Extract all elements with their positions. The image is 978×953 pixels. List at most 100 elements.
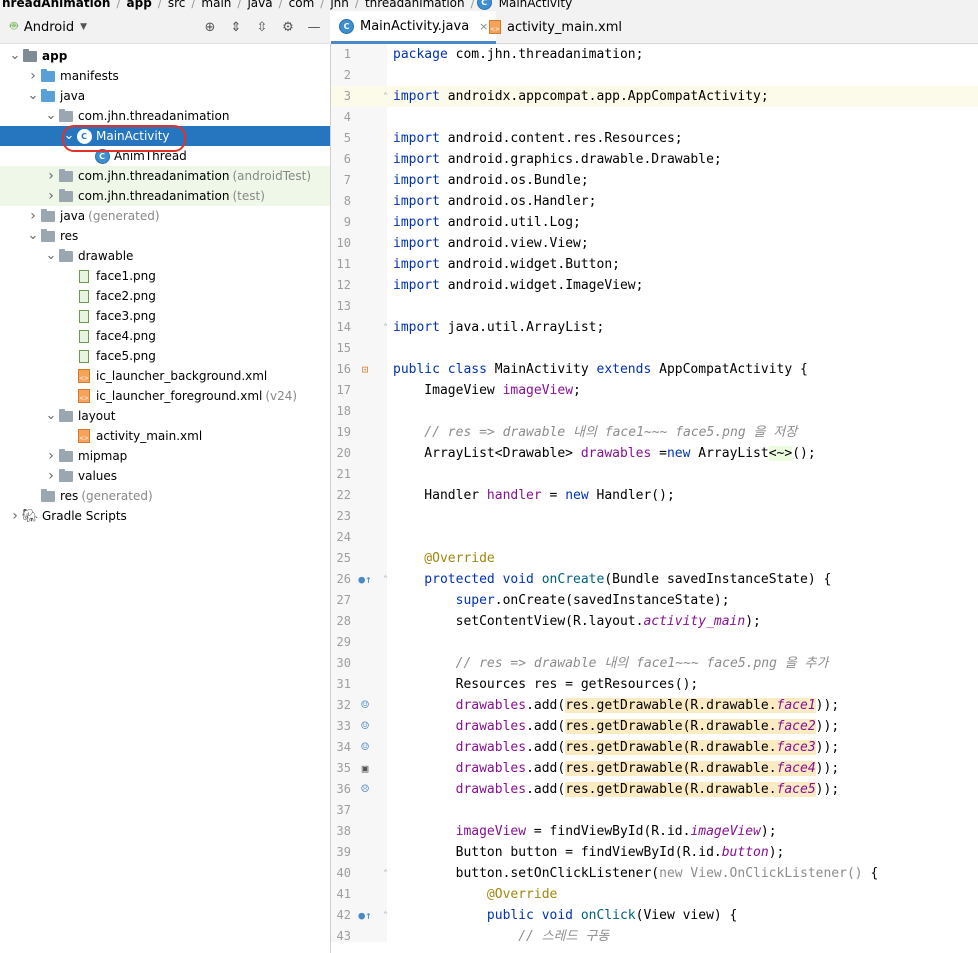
chevron-right-icon[interactable]: ›	[44, 168, 58, 184]
override-method-icon[interactable]: ●↑	[357, 571, 373, 587]
collapse-all-icon[interactable]: ⇳	[252, 17, 272, 37]
layout-link-icon[interactable]: ⊡	[357, 361, 373, 377]
breadcrumb-item[interactable]: hreadAnimation	[0, 0, 114, 10]
code-line[interactable]: 38 imageView = findViewById(R.id.imageVi…	[331, 821, 978, 842]
breadcrumb-item[interactable]: main	[197, 0, 235, 10]
code-line[interactable]: 36 ☹ drawables.add(res.getDrawable(R.draw…	[331, 779, 978, 800]
tree-item[interactable]: ⌄ res	[0, 226, 330, 246]
code-line[interactable]: 9 import android.util.Log;	[331, 212, 978, 233]
tree-item[interactable]: ⌄ layout	[0, 406, 330, 426]
chevron-right-icon[interactable]: ›	[8, 508, 22, 524]
tree-item[interactable]: res (generated)	[0, 486, 330, 506]
tree-item[interactable]: ⌄ com.jhn.threadanimation	[0, 106, 330, 126]
breadcrumb-item[interactable]: jhn	[326, 0, 353, 10]
image-preview-icon[interactable]: ▣	[357, 760, 373, 776]
chevron-down-icon[interactable]: ⌄	[44, 409, 58, 422]
tab-main-activity[interactable]: C MainActivity.java ×	[331, 11, 497, 44]
code-line[interactable]: 1 package com.jhn.threadanimation;	[331, 44, 978, 65]
code-line[interactable]: 42 ●↑ ⌃ public void onClick(View view) {	[331, 905, 978, 926]
code-line[interactable]: 43 // 스레드 구동	[331, 926, 978, 947]
tree-item[interactable]: › java (generated)	[0, 206, 330, 226]
drawable-preview-icon[interactable]: ☺	[357, 697, 373, 713]
code-line[interactable]: 31 Resources res = getResources();	[331, 674, 978, 695]
drawable-preview-icon[interactable]: ☺	[357, 718, 373, 734]
minimize-icon[interactable]: —	[304, 17, 324, 37]
code-line[interactable]: 20 ArrayList<Drawable> drawables =new Ar…	[331, 443, 978, 464]
chevron-down-icon[interactable]: ⌄	[62, 129, 76, 142]
code-line[interactable]: 4	[331, 107, 978, 128]
chevron-down-icon[interactable]: ⌄	[44, 249, 58, 262]
code-line[interactable]: 2	[331, 65, 978, 86]
code-line[interactable]: 13	[331, 296, 978, 317]
code-line[interactable]: 5 import android.content.res.Resources;	[331, 128, 978, 149]
tree-item[interactable]: ⌄ C MainActivity	[0, 126, 330, 146]
code-line[interactable]: 29	[331, 632, 978, 653]
tree-item[interactable]: ⌄ drawable	[0, 246, 330, 266]
chevron-down-icon[interactable]: ⌄	[26, 229, 40, 242]
code-line[interactable]: 41 @Override	[331, 884, 978, 905]
tree-item[interactable]: ⌄ app	[0, 46, 330, 66]
code-line[interactable]: 25 @Override	[331, 548, 978, 569]
code-line[interactable]: 28 setContentView(R.layout.activity_main…	[331, 611, 978, 632]
code-line[interactable]: 19 // res => drawable 내의 face1~~~ face5.…	[331, 422, 978, 443]
code-line[interactable]: 32 ☺ drawables.add(res.getDrawable(R.draw…	[331, 695, 978, 716]
tree-item[interactable]: ⌄ java	[0, 86, 330, 106]
chevron-right-icon[interactable]: ›	[26, 68, 40, 84]
code-line[interactable]: 18	[331, 401, 978, 422]
gear-icon[interactable]: ⚙	[278, 17, 298, 37]
code-line[interactable]: 22 Handler handler = new Handler();	[331, 485, 978, 506]
breadcrumb-item[interactable]: MainActivity	[495, 0, 577, 10]
expand-all-icon[interactable]: ⇕	[226, 17, 246, 37]
tab-activity-main-xml[interactable]: <> activity_main.xml	[481, 11, 630, 43]
code-line[interactable]: 40 ⌃ button.setOnClickListener(new View.O…	[331, 863, 978, 884]
breadcrumb-item[interactable]: src	[164, 0, 190, 10]
code-line[interactable]: 26 ●↑ ⌃ protected void onCreate(Bundle sav…	[331, 569, 978, 590]
code-editor[interactable]: 1 package com.jhn.threadanimation; 2 3 ⌃ impo…	[331, 44, 978, 944]
code-line[interactable]: 15	[331, 338, 978, 359]
code-line[interactable]: 39 Button button = findViewById(R.id.but…	[331, 842, 978, 863]
code-line[interactable]: 6 import android.graphics.drawable.Drawab…	[331, 149, 978, 170]
code-line[interactable]: 34 ☺ drawables.add(res.getDrawable(R.draw…	[331, 737, 978, 758]
breadcrumb-item[interactable]: com	[285, 0, 319, 10]
code-line[interactable]: 3 ⌃ import androidx.appcompat.app.AppCompa…	[331, 86, 978, 107]
code-line[interactable]: 35 ▣ drawables.add(res.getDrawable(R.draw…	[331, 758, 978, 779]
code-line[interactable]: 37	[331, 800, 978, 821]
tree-item[interactable]: face2.png	[0, 286, 330, 306]
fold-icon[interactable]: ⌃	[381, 910, 390, 920]
tree-item[interactable]: › 🐘︎ Gradle Scripts	[0, 506, 330, 526]
code-line[interactable]: 33 ☺ drawables.add(res.getDrawable(R.draw…	[331, 716, 978, 737]
code-line[interactable]: 16 ⊡ public class MainActivity extends App…	[331, 359, 978, 380]
chevron-right-icon[interactable]: ›	[26, 208, 40, 224]
code-line[interactable]: 21	[331, 464, 978, 485]
code-line[interactable]: 23	[331, 506, 978, 527]
fold-icon[interactable]: ⌃	[381, 91, 390, 101]
tree-item[interactable]: › manifests	[0, 66, 330, 86]
fold-icon[interactable]: ⌃	[381, 868, 390, 878]
code-line[interactable]: 14 ⌃ import java.util.ArrayList;	[331, 317, 978, 338]
tree-item[interactable]: › com.jhn.threadanimation (androidTest)	[0, 166, 330, 186]
breadcrumb-item[interactable]: java	[243, 0, 276, 10]
locate-icon[interactable]: ⊕	[200, 17, 220, 37]
tree-item[interactable]: <> ic_launcher_background.xml	[0, 366, 330, 386]
code-line[interactable]: 24	[331, 527, 978, 548]
tree-item[interactable]: <> activity_main.xml	[0, 426, 330, 446]
tree-item[interactable]: › com.jhn.threadanimation (test)	[0, 186, 330, 206]
override-method-icon[interactable]: ●↑	[357, 907, 373, 923]
drawable-preview-icon[interactable]: ☺	[357, 739, 373, 755]
tree-item[interactable]: face1.png	[0, 266, 330, 286]
drawable-preview-icon[interactable]: ☹	[357, 781, 373, 797]
tree-item[interactable]: face5.png	[0, 346, 330, 366]
code-line[interactable]: 10 import android.view.View;	[331, 233, 978, 254]
tree-item[interactable]: › values	[0, 466, 330, 486]
tree-item[interactable]: › mipmap	[0, 446, 330, 466]
fold-icon[interactable]: ⌃	[381, 322, 390, 332]
chevron-right-icon[interactable]: ›	[44, 468, 58, 484]
chevron-down-icon[interactable]: ⌄	[8, 49, 22, 62]
chevron-down-icon[interactable]: ⌄	[26, 89, 40, 102]
chevron-down-icon[interactable]: ⌄	[44, 109, 58, 122]
code-line[interactable]: 27 super.onCreate(savedInstanceState);	[331, 590, 978, 611]
code-line[interactable]: 30 // res => drawable 내의 face1~~~ face5.…	[331, 653, 978, 674]
code-line[interactable]: 11 import android.widget.Button;	[331, 254, 978, 275]
code-line[interactable]: 17 ImageView imageView;	[331, 380, 978, 401]
fold-icon[interactable]: ⌃	[381, 574, 390, 584]
